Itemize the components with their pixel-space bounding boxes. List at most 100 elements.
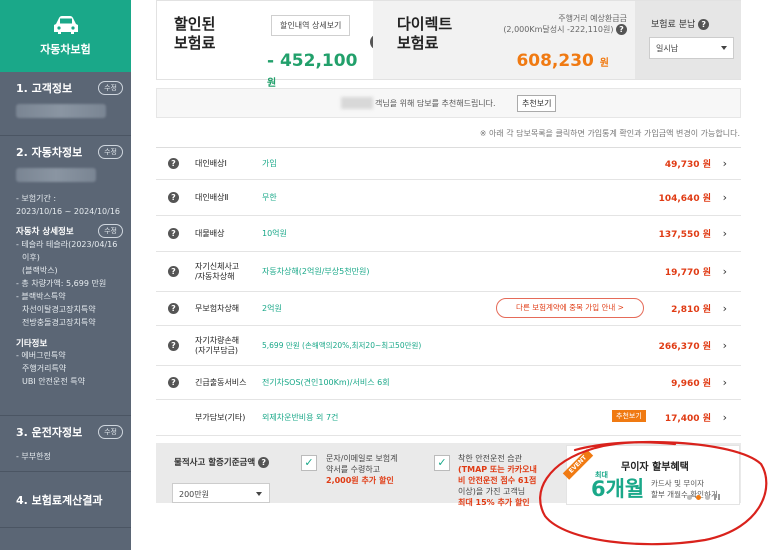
question-icon[interactable]: ? (698, 19, 710, 30)
question-icon[interactable]: ? (258, 457, 270, 468)
coverage-value: 외제차운반비용 외 7건 (262, 413, 339, 422)
coverage-value: 무한 (262, 193, 277, 202)
chevron-right-icon[interactable]: › (723, 265, 727, 278)
discount-detail-button[interactable]: 할인내역 상세보기 (271, 15, 351, 36)
duplicate-coverage-button[interactable]: 다른 보험계약에 중복 가입 안내 > (496, 298, 644, 318)
brand-auto-insurance[interactable]: 자동차보험 (0, 0, 131, 72)
vehicle-detail-title: 자동차 상세정보 (16, 227, 74, 237)
email-discount-checkbox[interactable]: ✓ (301, 455, 317, 471)
question-icon[interactable]: ? (168, 228, 179, 239)
sidebar-section-vehicle[interactable]: 2. 자동차정보 수정 - 보험기간 : 2023/10/16 ~ 2024/1… (0, 136, 131, 416)
direct-premium-value: 608,230 원 (516, 51, 609, 71)
detail-line: - 총 차량가액: 5,699 만원 (16, 279, 107, 288)
safe-driving-checkbox[interactable]: ✓ (434, 455, 450, 471)
coverage-value: 10억원 (262, 229, 287, 238)
detail-line: - 테슬라 테슬라(2023/04/16 (16, 240, 118, 249)
edit-button[interactable]: 수정 (98, 425, 123, 439)
coverage-row[interactable]: ? 대물배상 10억원 137,550 원 › (156, 216, 741, 252)
recommend-tag-button[interactable]: 추천보기 (612, 410, 646, 422)
page: 자동차보험 1. 고객정보 수정 2. 자동차정보 수정 - 보험기간 : 20… (0, 0, 773, 550)
coverage-row[interactable]: ? 대인배상Ⅰ 가입 49,730 원 › (156, 148, 741, 180)
coverage-table: ? 대인배상Ⅰ 가입 49,730 원 › ? 대인배상Ⅱ 무한 104,640… (156, 147, 741, 436)
recommend-bar: 객님을 위해 담보를 추천해드립니다. 추천보기 (156, 88, 741, 118)
coverage-price: 19,770 원 (664, 268, 711, 278)
redacted-name (341, 97, 373, 109)
coverage-row[interactable]: ? 대인배상Ⅱ 무한 104,640 원 › (156, 180, 741, 216)
chevron-right-icon[interactable]: › (723, 227, 727, 240)
notice-text: ※ 아래 각 담보목록을 클릭하면 가입통계 확인과 가입금액 변경이 가능합니… (479, 129, 740, 138)
section-title: 2. 자동차정보 (16, 146, 83, 159)
question-icon[interactable]: ? (168, 303, 179, 314)
period-label: - 보험기간 : (16, 194, 57, 203)
coverage-price: 266,370 원 (658, 342, 711, 352)
car-icon (53, 16, 78, 34)
installment-panel: 보험료 분납 ? 일시납 (635, 1, 741, 79)
coverage-row[interactable]: 부가담보(기타) 외제차운반비용 외 7건 추천보기 17,400 원 › (156, 400, 741, 436)
chevron-right-icon[interactable]: › (723, 411, 727, 424)
coverage-row[interactable]: ? 긴급출동서비스 전기차SOS(견인100Km)/서비스 6회 9,960 원… (156, 366, 741, 400)
coverage-name: 긴급출동서비스 (195, 377, 247, 387)
question-icon[interactable]: ? (168, 377, 179, 388)
chevron-right-icon[interactable]: › (723, 157, 727, 170)
detail-line: 전방충돌경고장치특약 (22, 318, 96, 327)
section-title: 1. 고객정보 (16, 82, 73, 95)
question-icon[interactable]: ? (168, 340, 179, 351)
coverage-row[interactable]: ? 자기신체사고/자동차상해 자동차상해(2억원/부상5천만원) 19,770 … (156, 252, 741, 292)
coverage-price: 9,960 원 (671, 379, 711, 389)
coverage-price: 49,730 원 (664, 160, 711, 170)
chevron-right-icon[interactable]: › (723, 302, 727, 315)
direct-title: 다이렉트 보험료 (397, 15, 453, 52)
driver-line: - 부부한정 (16, 452, 51, 461)
detail-line: 차선이탈경고장치특약 (22, 305, 96, 314)
deductible-select[interactable]: 200만원 (172, 483, 270, 503)
carousel-dot[interactable] (687, 494, 692, 500)
coverage-name: 무보험차상해 (195, 303, 240, 313)
carousel-indicator (687, 494, 720, 500)
coverage-name: 대인배상Ⅰ (195, 158, 227, 168)
coverage-value: 전기차SOS(견인100Km)/서비스 6회 (262, 378, 390, 387)
promo-months: 6개월 (591, 477, 645, 501)
question-icon[interactable]: ? (168, 192, 179, 203)
redacted-text (16, 168, 96, 182)
discount-title: 할인된 보험료 (174, 15, 216, 52)
installment-select[interactable]: 일시납 (649, 37, 734, 59)
event-ribbon: EVENT (562, 449, 594, 480)
question-icon[interactable]: ? (616, 24, 627, 35)
carousel-dot[interactable] (705, 494, 710, 500)
discount-value: - 452,100 원 (267, 51, 358, 89)
chevron-down-icon (256, 492, 262, 496)
safe-driving-text: 착한 안전운전 습관 (TMAP 또는 카카오내 비 안전운전 점수 61점 이… (458, 454, 537, 507)
email-discount-text: 문자/이메일로 보험계 약서를 수령하고 2,000원 추가 할인 (326, 454, 398, 485)
sidebar-section-result[interactable]: 4. 보험료계산결과 (0, 472, 131, 528)
recommend-button[interactable]: 추천보기 (517, 95, 557, 112)
deductible-label: 물적사고 할증기준금액 ? (174, 456, 270, 468)
recommend-text: 객님을 위해 담보를 추천해드립니다. (375, 99, 496, 108)
coverage-value: 2억원 (262, 304, 282, 313)
pause-icon[interactable] (714, 494, 720, 500)
coverage-row[interactable]: ? 무보험차상해 2억원 다른 보험계약에 중복 가입 안내 > 2,810 원… (156, 292, 741, 326)
question-icon[interactable]: ? (168, 266, 179, 277)
discounted-premium-panel: 할인된 보험료 할인내역 상세보기 - 452,100 원 (157, 1, 372, 89)
coverage-name: 대인배상Ⅱ (195, 192, 229, 202)
chevron-right-icon[interactable]: › (723, 376, 727, 389)
installment-promo-card[interactable]: EVENT 무이자 할부혜택 최대 6개월 카드사 및 무이자 할부 개월수 확… (562, 445, 740, 505)
edit-button[interactable]: 수정 (98, 81, 123, 95)
sidebar-section-customer[interactable]: 1. 고객정보 수정 (0, 72, 131, 136)
edit-button[interactable]: 수정 (98, 224, 123, 238)
question-icon[interactable]: ? (168, 158, 179, 169)
coverage-row[interactable]: ? 자기차량손해 (자기부담금) 5,699 만원 (손해액의20%,최저20~최… (156, 326, 741, 366)
chevron-right-icon[interactable]: › (723, 339, 727, 352)
coverage-price: 2,810 원 (671, 305, 711, 315)
direct-premium-panel: 다이렉트 보험료 주행거리 예상환급금 (2,000Km달성시 -222,110… (373, 1, 635, 79)
chevron-down-icon (721, 46, 727, 50)
promo-title: 무이자 할부혜택 (621, 462, 689, 473)
other-info-title: 기타정보 (16, 339, 48, 349)
coverage-value: 자동차상해(2억원/부상5천만원) (262, 267, 370, 276)
sidebar-section-driver[interactable]: 3. 운전자정보 수정 - 부부한정 (0, 416, 131, 472)
chevron-right-icon[interactable]: › (723, 191, 727, 204)
redacted-text (16, 104, 106, 118)
section-title: 3. 운전자정보 (16, 426, 83, 439)
carousel-dot-active[interactable] (696, 494, 701, 500)
premium-summary: 할인된 보험료 할인내역 상세보기 - 452,100 원 › 다이렉트 보험료… (156, 0, 741, 89)
edit-button[interactable]: 수정 (98, 145, 123, 159)
